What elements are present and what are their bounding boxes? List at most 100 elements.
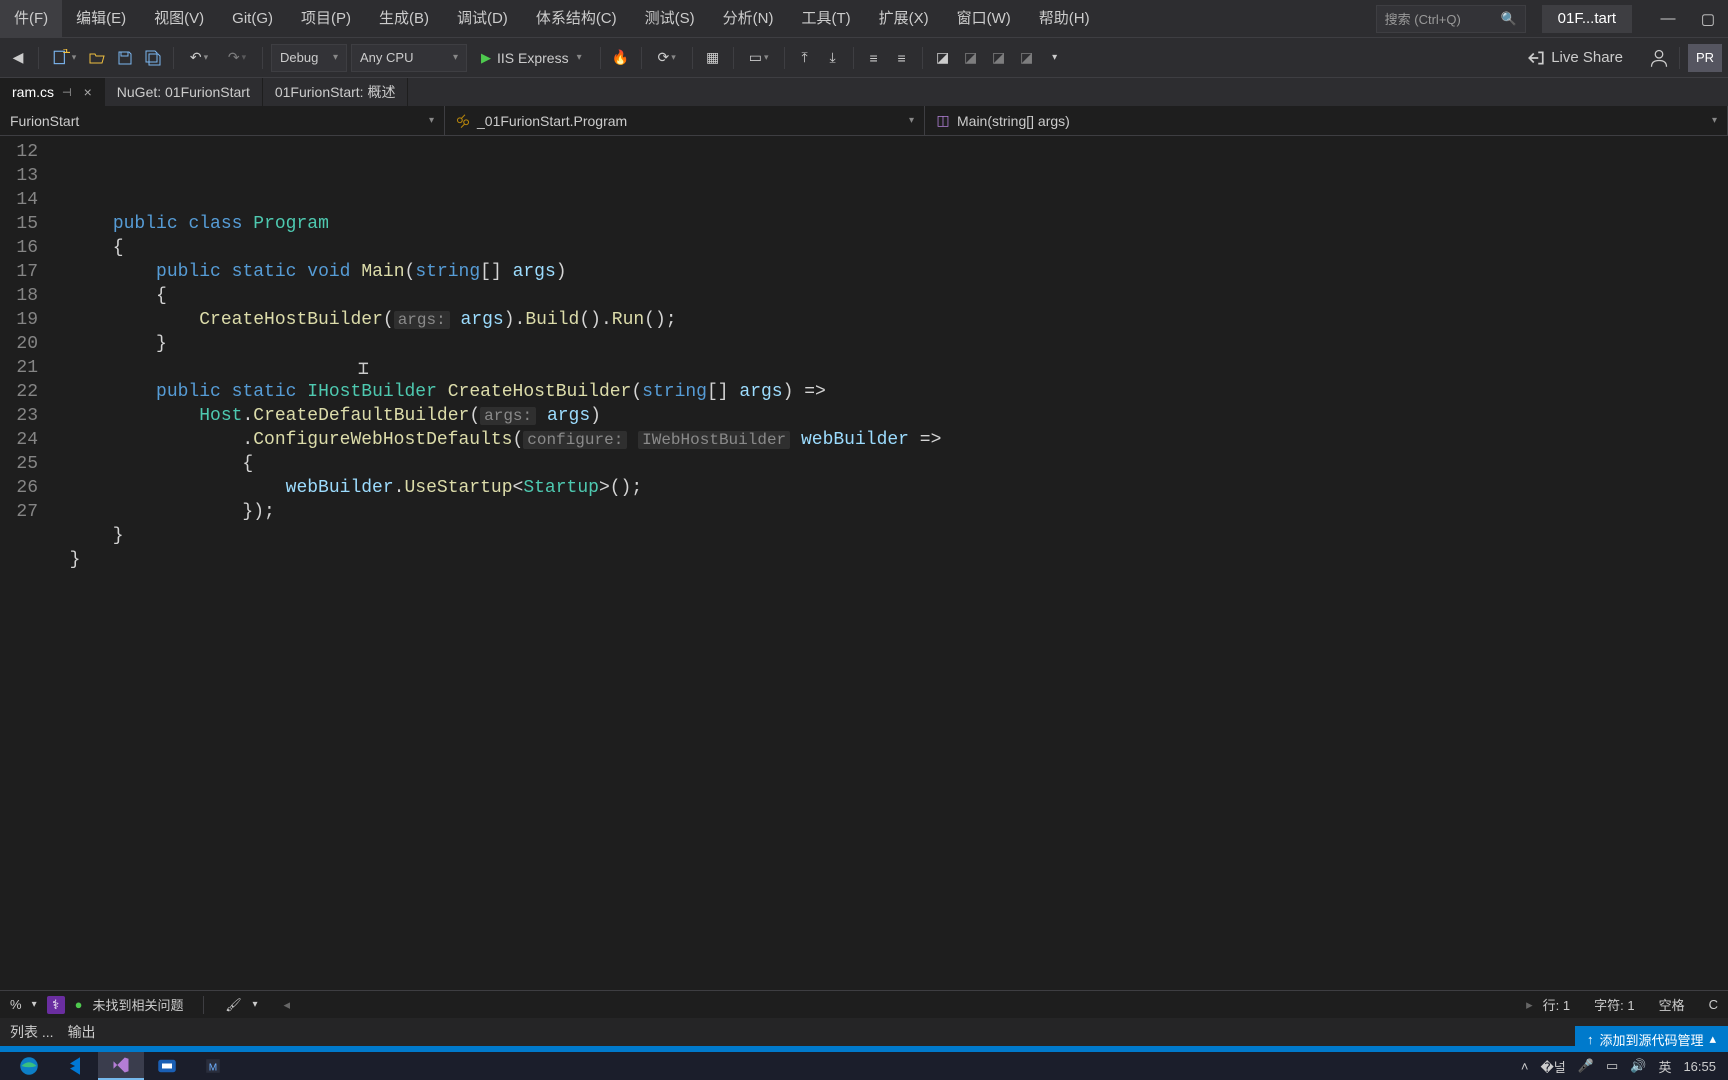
platform-dropdown[interactable]: Any CPU▾: [351, 44, 467, 72]
user-icon[interactable]: [1647, 46, 1671, 70]
issues-ok-icon: ●: [75, 997, 83, 1012]
tray-time[interactable]: 16:55: [1683, 1059, 1716, 1074]
menu-item[interactable]: 窗口(W): [943, 0, 1025, 38]
menu-item[interactable]: 调试(D): [443, 0, 522, 38]
context-class[interactable]: 🝰 _01FurionStart.Program▾: [445, 106, 925, 135]
tool-icon-2[interactable]: ▭▾: [742, 46, 776, 70]
document-tabs: ram.cs⊣×NuGet: 01FurionStart01FurionStar…: [0, 78, 1728, 106]
menu-item[interactable]: 帮助(H): [1025, 0, 1104, 38]
new-item-icon[interactable]: ▾: [47, 46, 81, 70]
status-char[interactable]: 字符: 1: [1594, 995, 1634, 1014]
tab-output[interactable]: 输出: [68, 1022, 96, 1042]
menu-item[interactable]: 体系结构(C): [522, 0, 631, 38]
menu-item[interactable]: 生成(B): [365, 0, 443, 38]
code-editor[interactable]: 12131415161718192021222324252627 ⌶ publi…: [0, 136, 1728, 990]
run-button[interactable]: ▶ IIS Express ▾: [471, 44, 592, 72]
zoom-percent[interactable]: %: [10, 997, 22, 1012]
bookmark-next-icon[interactable]: ◪: [987, 46, 1011, 70]
tool-icon-1[interactable]: ▦: [701, 46, 725, 70]
menu-item[interactable]: Git(G): [218, 0, 287, 38]
bookmark-prev-icon[interactable]: ◪: [959, 46, 983, 70]
open-icon[interactable]: [85, 46, 109, 70]
svg-text:M: M: [209, 1063, 217, 1074]
menu-item[interactable]: 测试(S): [631, 0, 709, 38]
status-spaces[interactable]: 空格: [1659, 995, 1685, 1014]
menu-items: 件(F)编辑(E)视图(V)Git(G)项目(P)生成(B)调试(D)体系结构(…: [0, 0, 1104, 38]
tray-volume-icon[interactable]: 🔊: [1630, 1058, 1646, 1074]
maximize-button[interactable]: ▢: [1688, 0, 1728, 38]
play-icon: ▶: [481, 50, 491, 66]
step-out-icon[interactable]: ⤒: [793, 46, 817, 70]
nav-back-icon[interactable]: ◀: [6, 46, 30, 70]
scroll-left-icon[interactable]: ◂: [284, 997, 291, 1013]
taskbar-app-1[interactable]: [144, 1052, 190, 1080]
step-in-icon[interactable]: ⤓: [821, 46, 845, 70]
live-share-button[interactable]: Live Share: [1527, 49, 1623, 67]
menu-item[interactable]: 分析(N): [709, 0, 788, 38]
context-method[interactable]: ◫ Main(string[] args)▾: [925, 106, 1728, 135]
document-tab[interactable]: ram.cs⊣×: [0, 78, 105, 106]
tray-chevron-icon[interactable]: ˄: [1521, 1059, 1529, 1074]
tab-error-list[interactable]: 列表 ...: [10, 1022, 54, 1042]
tray-mic-icon[interactable]: 🎤: [1578, 1058, 1594, 1074]
menu-item[interactable]: 编辑(E): [62, 0, 140, 38]
status-line[interactable]: 行: 1: [1543, 995, 1570, 1014]
taskbar-edge[interactable]: [6, 1052, 52, 1080]
taskbar-app-2[interactable]: M: [190, 1052, 236, 1080]
bookmark-clear-icon[interactable]: ◪: [1015, 46, 1039, 70]
code-area[interactable]: ⌶ public class Program { public static v…: [48, 136, 1728, 990]
status-issues[interactable]: 未找到相关问题: [92, 995, 183, 1014]
toolbar-overflow-icon[interactable]: ▾: [1043, 46, 1067, 70]
menu-item[interactable]: 扩展(X): [865, 0, 943, 38]
undo-icon[interactable]: ↶▾: [182, 46, 216, 70]
pin-icon[interactable]: ⊣: [62, 86, 72, 99]
save-icon[interactable]: [113, 46, 137, 70]
refresh-icon[interactable]: ⟳▾: [650, 46, 684, 70]
taskbar-vscode[interactable]: [52, 1052, 98, 1080]
share-icon: [1527, 49, 1545, 67]
windows-taskbar: M ˄ �널 🎤 ▭ 🔊 英 16:55: [0, 1052, 1728, 1080]
menu-item[interactable]: 件(F): [0, 0, 62, 38]
search-placeholder: 搜索 (Ctrl+Q): [1385, 9, 1461, 28]
close-icon[interactable]: ×: [84, 84, 92, 100]
source-control-button[interactable]: ↑ 添加到源代码管理 ▴: [1575, 1026, 1728, 1052]
menu-item[interactable]: 视图(V): [140, 0, 218, 38]
hot-reload-icon[interactable]: 🔥: [609, 46, 633, 70]
menu-item[interactable]: 工具(T): [787, 0, 864, 38]
tray-wifi-icon[interactable]: �널: [1540, 1057, 1565, 1076]
health-icon[interactable]: ⚕: [47, 996, 65, 1014]
search-icon: 🔍: [1500, 11, 1516, 27]
taskbar-visualstudio[interactable]: [98, 1052, 144, 1080]
context-project[interactable]: FurionStart▾: [0, 106, 445, 135]
menu-item[interactable]: 项目(P): [287, 0, 365, 38]
text-cursor-icon: ⌶: [358, 358, 369, 382]
toolbar: ◀ ▾ ↶▾ ↷▾ Debug▾ Any CPU▾ ▶ IIS Express …: [0, 38, 1728, 78]
output-tabs: 列表 ... 输出: [0, 1018, 1728, 1046]
redo-icon[interactable]: ↷▾: [220, 46, 254, 70]
editor-status-strip: % ▾ ⚕ ● 未找到相关问题 🖌 ▾ ◂ ▸ 行: 1 字符: 1 空格 C: [0, 990, 1728, 1018]
context-bar: FurionStart▾ 🝰 _01FurionStart.Program▾ ◫…: [0, 106, 1728, 136]
chevron-up-icon: ▴: [1709, 1031, 1716, 1047]
solution-name[interactable]: 01F...tart: [1542, 5, 1632, 33]
search-box[interactable]: 搜索 (Ctrl+Q) 🔍: [1376, 5, 1526, 33]
zoom-arrow-icon[interactable]: ▾: [32, 999, 37, 1010]
indent-icon[interactable]: ≡: [890, 46, 914, 70]
document-tab[interactable]: 01FurionStart: 概述: [263, 78, 409, 106]
save-all-icon[interactable]: [141, 46, 165, 70]
bookmark-icon[interactable]: ◪: [931, 46, 955, 70]
outdent-icon[interactable]: ≡: [862, 46, 886, 70]
brush-arrow-icon[interactable]: ▾: [252, 999, 257, 1010]
tray-battery-icon[interactable]: ▭: [1606, 1058, 1618, 1074]
pr-badge[interactable]: PR: [1688, 44, 1722, 72]
upload-icon: ↑: [1587, 1032, 1594, 1047]
tray-ime[interactable]: 英: [1658, 1057, 1671, 1076]
system-tray: ˄ �널 🎤 ▭ 🔊 英 16:55: [1521, 1057, 1722, 1076]
minimize-button[interactable]: —: [1648, 0, 1688, 38]
status-encoding[interactable]: C: [1709, 997, 1718, 1012]
menu-bar: 件(F)编辑(E)视图(V)Git(G)项目(P)生成(B)调试(D)体系结构(…: [0, 0, 1728, 38]
class-icon: 🝰: [455, 113, 471, 129]
config-dropdown[interactable]: Debug▾: [271, 44, 347, 72]
brush-icon[interactable]: 🖌: [224, 996, 242, 1014]
document-tab[interactable]: NuGet: 01FurionStart: [105, 78, 263, 106]
scroll-right-icon[interactable]: ▸: [1526, 997, 1533, 1013]
